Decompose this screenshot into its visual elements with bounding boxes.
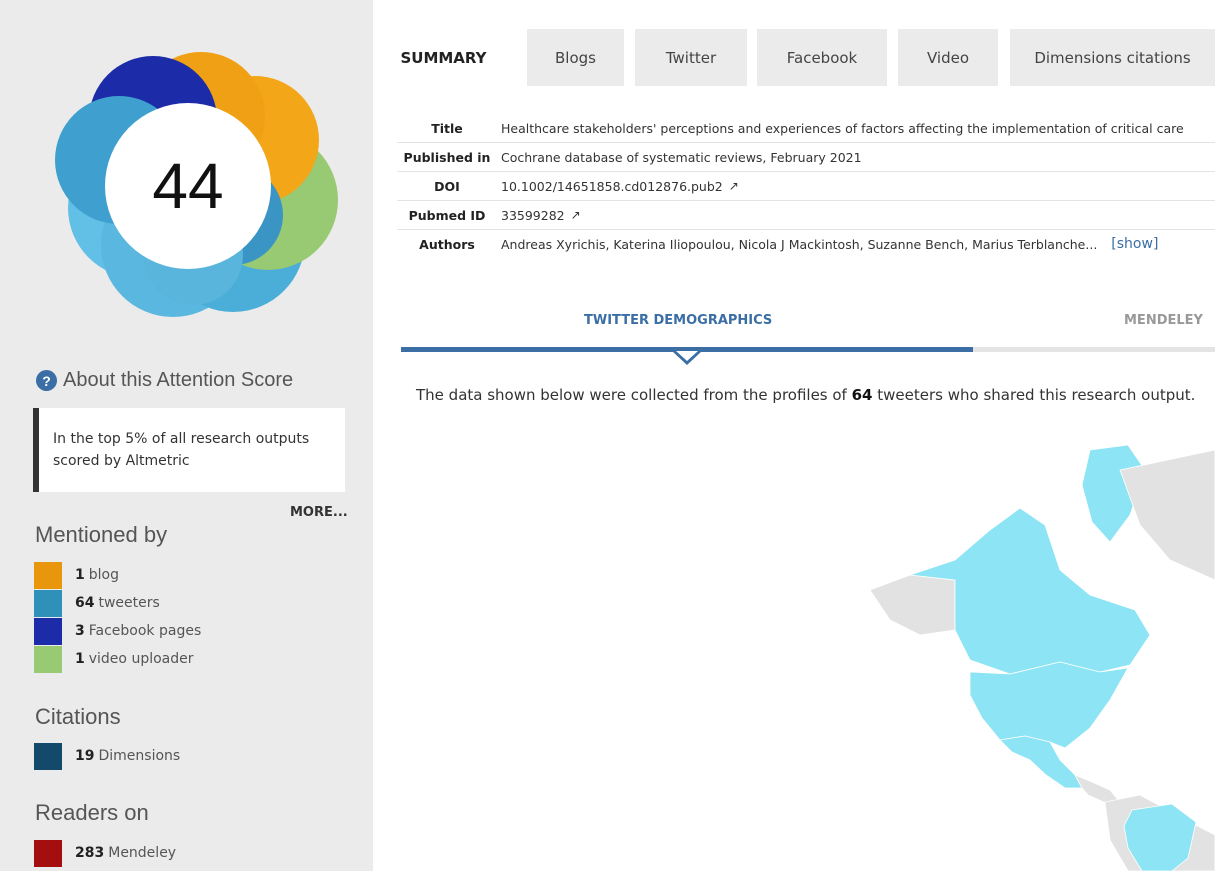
- published-row: Published in Cochrane database of system…: [397, 143, 1215, 172]
- twitter-swatch: [34, 589, 62, 617]
- blog-swatch: [34, 561, 62, 589]
- tab-twitter-demographics[interactable]: TWITTER DEMOGRAPHICS: [584, 313, 772, 328]
- attention-score: 44: [105, 103, 271, 269]
- pubmed-link[interactable]: 33599282: [497, 208, 565, 223]
- title-row: Title Healthcare stakeholders' perceptio…: [397, 114, 1215, 143]
- mention-item-video[interactable]: 1 video uploader: [34, 645, 194, 673]
- tab-blogs[interactable]: Blogs: [527, 29, 624, 86]
- doi-row: DOI 10.1002/14651858.cd012876.pub2 ↗: [397, 172, 1215, 201]
- usa-region: [969, 661, 1129, 749]
- doi-link[interactable]: 10.1002/14651858.cd012876.pub2: [497, 179, 723, 194]
- title-value: Healthcare stakeholders' perceptions and…: [501, 120, 1184, 136]
- demographics-description: The data shown below were collected from…: [416, 386, 1196, 404]
- authors-row: Authors Andreas Xyrichis, Katerina Iliop…: [397, 230, 1215, 258]
- published-value: Cochrane database of systematic reviews,…: [501, 149, 862, 165]
- tab-dimensions-citations[interactable]: Dimensions citations: [1010, 29, 1215, 86]
- video-swatch: [34, 645, 62, 673]
- tab-twitter[interactable]: Twitter: [635, 29, 747, 86]
- about-attention-score[interactable]: ? About this Attention Score: [36, 369, 293, 392]
- mention-item-facebook[interactable]: 3 Facebook pages: [34, 617, 201, 645]
- sidebar: 44 ? About this Attention Score In the t…: [0, 0, 373, 871]
- pubmed-label: Pubmed ID: [408, 207, 486, 223]
- doi-label: DOI: [434, 178, 460, 194]
- citation-item-dimensions[interactable]: 19 Dimensions: [34, 742, 180, 770]
- tweeter-count: 64: [851, 386, 873, 404]
- tab-video[interactable]: Video: [898, 29, 998, 86]
- reader-item-mendeley[interactable]: 283 Mendeley: [34, 839, 176, 867]
- central-america-region: [1074, 774, 1121, 805]
- authors-label: Authors: [419, 236, 475, 252]
- article-details: Title Healthcare stakeholders' perceptio…: [397, 114, 1215, 258]
- tab-summary[interactable]: SUMMARY: [373, 29, 514, 86]
- tab-mendeley[interactable]: MENDELEY: [1124, 313, 1203, 328]
- score-context-box: In the top 5% of all research outputs sc…: [33, 408, 345, 492]
- tab-facebook[interactable]: Facebook: [757, 29, 887, 86]
- world-map[interactable]: [860, 430, 1215, 871]
- question-icon: ?: [36, 370, 57, 391]
- citations-heading: Citations: [35, 704, 121, 729]
- title-label: Title: [431, 120, 463, 136]
- more-link[interactable]: MORE...: [290, 505, 348, 520]
- published-label: Published in: [403, 149, 491, 165]
- score-context-text: In the top 5% of all research outputs sc…: [53, 431, 310, 469]
- alaska-region: [869, 574, 956, 636]
- dimensions-swatch: [34, 742, 62, 770]
- tab-bar: SUMMARY Blogs Twitter Facebook Video Dim…: [373, 29, 1215, 86]
- active-tab-pointer-inner: [676, 351, 698, 361]
- authors-value: Andreas Xyrichis, Katerina Iliopoulou, N…: [501, 236, 1098, 252]
- mendeley-swatch: [34, 839, 62, 867]
- show-authors-link[interactable]: [show]: [1111, 236, 1158, 252]
- pubmed-row: Pubmed ID 33599282 ↗: [397, 201, 1215, 230]
- mention-item-blog[interactable]: 1 blog: [34, 561, 119, 589]
- readers-heading: Readers on: [35, 800, 149, 825]
- mention-item-tweeters[interactable]: 64 tweeters: [34, 589, 160, 617]
- external-link-icon[interactable]: ↗: [571, 208, 581, 222]
- about-title: About this Attention Score: [63, 369, 294, 391]
- facebook-swatch: [34, 617, 62, 645]
- mentioned-by-heading: Mentioned by: [35, 522, 168, 547]
- europe-region: [1119, 449, 1215, 581]
- external-link-icon[interactable]: ↗: [729, 179, 739, 193]
